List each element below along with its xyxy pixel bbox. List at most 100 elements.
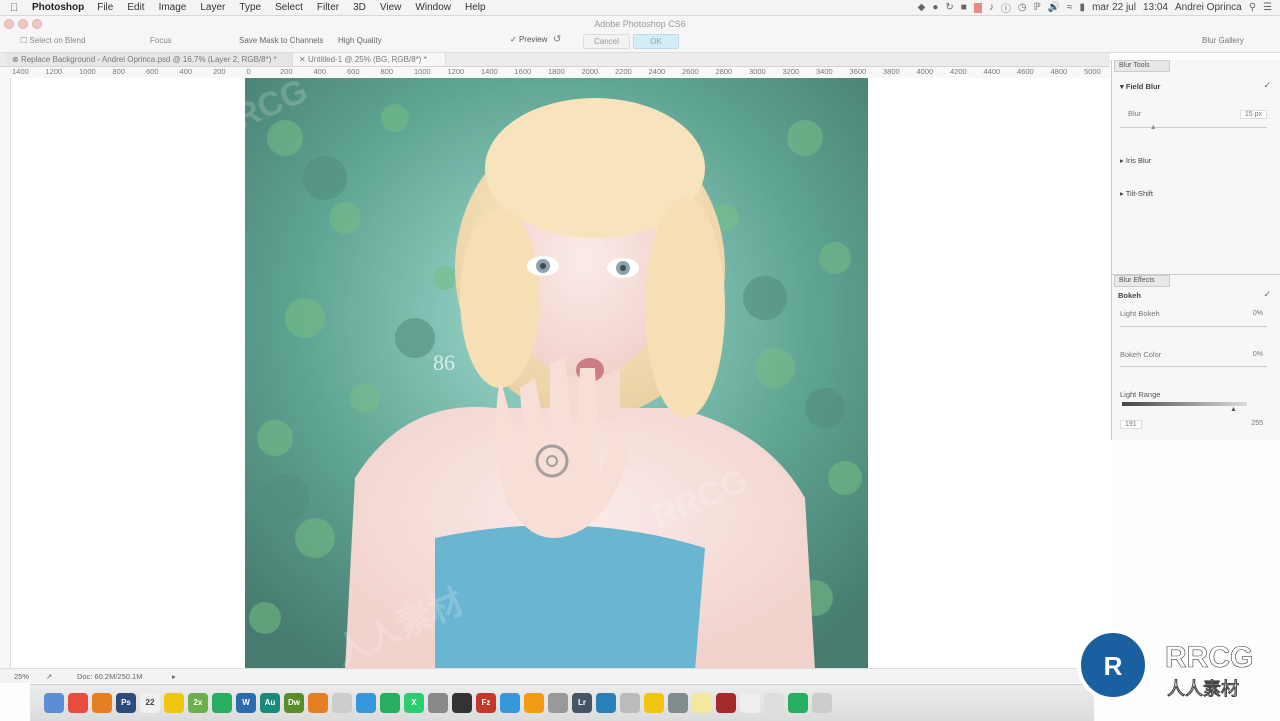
save-mask-option[interactable]: Save Mask to Channels bbox=[239, 36, 324, 45]
sync-icon[interactable]: ↻ bbox=[945, 2, 953, 13]
tab-untitled[interactable]: ✕ Untitled-1 @ 25% (BG, RGB/8*) * bbox=[292, 53, 446, 66]
app10-icon[interactable] bbox=[716, 693, 736, 713]
app9-icon[interactable] bbox=[668, 693, 688, 713]
vlc-icon[interactable] bbox=[308, 693, 328, 713]
photoshop-icon[interactable]: Ps bbox=[116, 693, 136, 713]
high-quality-option[interactable]: High Quality bbox=[338, 36, 382, 45]
apple-icon[interactable]:  bbox=[10, 2, 24, 14]
tab-blur-effects[interactable]: Blur Effects bbox=[1114, 275, 1170, 287]
light-bokeh-slider[interactable] bbox=[1120, 326, 1267, 327]
tab-blur-tools[interactable]: Blur Tools bbox=[1114, 60, 1170, 72]
wordpress-icon[interactable] bbox=[596, 693, 616, 713]
menu-layer[interactable]: Layer bbox=[200, 2, 225, 13]
menubar-time[interactable]: 13:04 bbox=[1143, 2, 1168, 13]
app6-icon[interactable] bbox=[548, 693, 568, 713]
evernote-icon[interactable]: ● bbox=[932, 2, 938, 13]
appstore-icon[interactable] bbox=[500, 693, 520, 713]
sound-icon[interactable]: ♪ bbox=[989, 2, 994, 13]
battery-icon[interactable]: ▮ bbox=[1080, 2, 1086, 13]
menu-image[interactable]: Image bbox=[159, 2, 187, 13]
info-icon[interactable]: ⓘ bbox=[1001, 0, 1011, 15]
export-icon[interactable]: ↗ bbox=[46, 672, 52, 681]
lightroom-icon[interactable]: Lr bbox=[572, 693, 592, 713]
menu-filter[interactable]: Filter bbox=[317, 2, 339, 13]
light-range-gradient[interactable] bbox=[1122, 402, 1247, 406]
wifi-icon[interactable]: ≈ bbox=[1067, 2, 1073, 13]
blur-value[interactable]: 15 px bbox=[1239, 110, 1267, 119]
ruler-tick: 4800 bbox=[1050, 67, 1068, 76]
focus-field[interactable]: Focus bbox=[150, 36, 172, 45]
menubar-date[interactable]: mar 22 jul bbox=[1092, 2, 1136, 13]
app-status-icon[interactable]: ■ bbox=[961, 2, 967, 13]
reset-icon[interactable]: ↺ bbox=[553, 34, 561, 45]
doc-icon[interactable] bbox=[740, 693, 760, 713]
field-blur-row[interactable]: ▾ Field Blur bbox=[1120, 82, 1160, 91]
trash-icon[interactable] bbox=[812, 693, 832, 713]
clock-icon[interactable]: ◷ bbox=[1018, 2, 1027, 13]
excel-icon[interactable]: X bbox=[404, 693, 424, 713]
app3-icon[interactable] bbox=[356, 693, 376, 713]
menu-edit[interactable]: Edit bbox=[127, 2, 144, 13]
app4-icon[interactable] bbox=[428, 693, 448, 713]
preview-checkbox[interactable]: ✓ Preview bbox=[510, 35, 547, 44]
record-icon[interactable] bbox=[973, 2, 982, 13]
menu-select[interactable]: Select bbox=[275, 2, 303, 13]
bluetooth-icon[interactable]: ℙ bbox=[1034, 2, 1041, 13]
app-menu[interactable]: Photoshop bbox=[32, 2, 84, 13]
blur-slider-handle[interactable]: ▲ bbox=[1150, 124, 1157, 131]
drive-icon[interactable] bbox=[380, 693, 400, 713]
filezilla-icon[interactable]: Fz bbox=[476, 693, 496, 713]
ruler-tick: 3800 bbox=[883, 67, 900, 76]
app7-icon[interactable] bbox=[620, 693, 640, 713]
menu-help[interactable]: Help bbox=[465, 2, 486, 13]
menu-file[interactable]: File bbox=[97, 2, 113, 13]
blur-gallery-workspace[interactable]: Blur Gallery bbox=[1202, 36, 1244, 45]
ruler-tick: 4600 bbox=[1017, 67, 1034, 76]
menu-type[interactable]: Type bbox=[239, 2, 261, 13]
bokeh-color-value[interactable]: 0% bbox=[1249, 351, 1267, 358]
photo-canvas[interactable]: 86 bbox=[245, 78, 868, 670]
zoom-level[interactable]: 25% bbox=[14, 672, 29, 681]
app12-icon[interactable] bbox=[788, 693, 808, 713]
calendar-icon[interactable]: 22 bbox=[140, 693, 160, 713]
app5-icon[interactable] bbox=[524, 693, 544, 713]
light-range-handle[interactable]: ▲ bbox=[1230, 406, 1237, 413]
dreamweaver-icon[interactable]: Dw bbox=[284, 693, 304, 713]
finder-icon[interactable] bbox=[44, 693, 64, 713]
status-arrow-icon[interactable]: ▸ bbox=[172, 672, 176, 681]
blur-slider[interactable] bbox=[1120, 127, 1267, 128]
audition-icon[interactable]: Au bbox=[260, 693, 280, 713]
menubar-user[interactable]: Andrei Oprinca bbox=[1175, 2, 1242, 13]
word-icon[interactable]: W bbox=[236, 693, 256, 713]
firefox-icon[interactable] bbox=[92, 693, 112, 713]
tilt-shift-row[interactable]: ▸ Tilt-Shift bbox=[1120, 189, 1153, 198]
menu-window[interactable]: Window bbox=[415, 2, 451, 13]
notes-icon[interactable] bbox=[164, 693, 184, 713]
bokeh-check-icon[interactable]: ✓ bbox=[1263, 289, 1271, 300]
volume-icon[interactable]: 🔊 bbox=[1048, 2, 1060, 13]
field-blur-check-icon[interactable]: ✓ bbox=[1263, 80, 1271, 91]
cancel-button[interactable]: Cancel bbox=[583, 34, 630, 49]
chrome-icon[interactable] bbox=[68, 693, 88, 713]
menu-view[interactable]: View bbox=[380, 2, 402, 13]
select-on-blend-checkbox[interactable]: ☐ Select on Blend bbox=[20, 36, 85, 45]
app-icon[interactable]: 2x bbox=[188, 693, 208, 713]
tab-replace-background[interactable]: ⊗ Replace Background - Andrei Oprinca.ps… bbox=[6, 53, 296, 66]
search-icon[interactable]: ⚲ bbox=[1249, 2, 1256, 13]
light-range-max[interactable]: 255 bbox=[1247, 420, 1267, 427]
activity-icon[interactable] bbox=[452, 693, 472, 713]
light-range-min[interactable]: 191 bbox=[1120, 420, 1142, 429]
menu-3d[interactable]: 3D bbox=[353, 2, 366, 13]
ok-button[interactable]: OK bbox=[633, 34, 679, 49]
list-icon[interactable]: ☰ bbox=[1263, 2, 1272, 13]
bokeh-color-slider[interactable] bbox=[1120, 366, 1267, 367]
app11-icon[interactable] bbox=[764, 693, 784, 713]
stickies-icon[interactable] bbox=[692, 693, 712, 713]
light-bokeh-value[interactable]: 0% bbox=[1249, 310, 1267, 317]
ruler-tick: 1400 bbox=[481, 67, 498, 76]
spotify-icon[interactable] bbox=[212, 693, 232, 713]
app8-icon[interactable] bbox=[644, 693, 664, 713]
app2-icon[interactable] bbox=[332, 693, 352, 713]
dropbox-icon[interactable]: ◆ bbox=[918, 2, 926, 13]
iris-blur-row[interactable]: ▸ Iris Blur bbox=[1120, 156, 1151, 165]
